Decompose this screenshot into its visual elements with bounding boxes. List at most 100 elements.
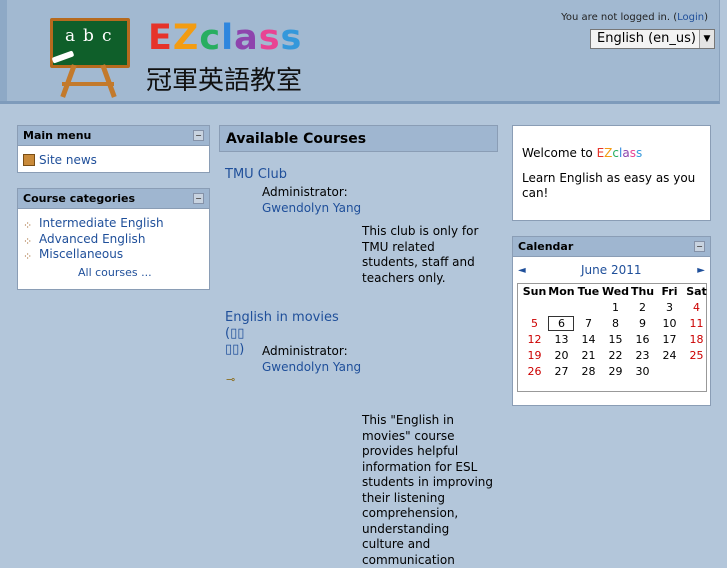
- menu-item-site-news[interactable]: Site news: [23, 153, 97, 167]
- block-title: Main menu: [23, 129, 92, 142]
- page-header: a b c EZclass 冠軍英語教室 You are not logged …: [0, 0, 720, 104]
- category-item[interactable]: ⁘ Advanced English: [23, 232, 145, 248]
- calendar-week: 5 6 7 8 9 10 11: [521, 315, 710, 331]
- calendar-day[interactable]: 12: [521, 331, 548, 347]
- calendar-day[interactable]: 19: [521, 347, 548, 363]
- calendar-day[interactable]: 26: [521, 363, 548, 379]
- calendar-block: Calendar − ◄ June 2011 ► Sun Mon Tue Wed Thu…: [512, 236, 711, 406]
- logo-letter: c: [199, 18, 222, 58]
- calendar-day[interactable]: 7: [575, 315, 602, 331]
- welcome-heading: Welcome to EZclass: [522, 146, 643, 160]
- calendar-day[interactable]: 2: [629, 299, 656, 315]
- block-title: Calendar: [518, 240, 574, 253]
- category-icon: ⁘: [23, 219, 33, 232]
- calendar-day[interactable]: 27: [548, 363, 575, 379]
- next-month-button[interactable]: ►: [697, 265, 705, 276]
- calendar-day[interactable]: 8: [602, 315, 629, 331]
- calendar-day[interactable]: 15: [602, 331, 629, 347]
- all-courses-link[interactable]: All courses ...: [78, 266, 152, 279]
- calendar-day[interactable]: 23: [629, 347, 656, 363]
- calendar-day[interactable]: 16: [629, 331, 656, 347]
- calendar-day[interactable]: 14: [575, 331, 602, 347]
- weekday-label: Mon: [548, 284, 575, 298]
- key-icon[interactable]: ⊸: [226, 373, 235, 386]
- welcome-text: Learn English as easy as you can!: [522, 171, 696, 200]
- logo-letter: Z: [172, 18, 200, 58]
- admin-link[interactable]: Gwendolyn Yang: [262, 360, 361, 374]
- category-item[interactable]: ⁘ Intermediate English: [23, 216, 164, 232]
- logo-letter: l: [221, 18, 235, 58]
- calendar-month[interactable]: June 2011: [581, 263, 642, 277]
- calendar-day[interactable]: 5: [521, 315, 548, 331]
- prev-month-button[interactable]: ◄: [518, 265, 526, 276]
- available-courses-header: Available Courses: [219, 125, 498, 152]
- login-link[interactable]: Login: [677, 12, 704, 23]
- calendar-day[interactable]: 3: [656, 299, 683, 315]
- login-info: You are not logged in. (Login): [561, 12, 708, 23]
- category-icon: ⁘: [23, 235, 33, 248]
- calendar-week: 1234: [521, 299, 710, 315]
- calendar-empty: [683, 363, 710, 379]
- admin-link[interactable]: Gwendolyn Yang: [262, 201, 361, 215]
- calendar-day[interactable]: 13: [548, 331, 575, 347]
- logo-letter: s: [280, 18, 303, 58]
- calendar-day[interactable]: 10: [656, 315, 683, 331]
- main-menu-block: Main menu − Site news: [17, 125, 210, 173]
- menu-item-label[interactable]: Site news: [39, 153, 97, 167]
- weekday-label: Tue: [577, 284, 600, 298]
- calendar-grid: Sun Mon Tue Wed Thu Fri Sat 1 2 3 4 5 6 7 8 9 10 11 12 13 1…: [521, 283, 710, 379]
- chevron-down-icon[interactable]: ▼: [699, 30, 714, 48]
- calendar-day[interactable]: 21: [575, 347, 602, 363]
- calendar-day[interactable]: 22: [602, 347, 629, 363]
- calendar-day[interactable]: 1: [602, 299, 629, 315]
- news-icon: [23, 154, 35, 166]
- calendar-day[interactable]: 18: [683, 331, 710, 347]
- calendar-day[interactable]: 24: [656, 347, 683, 363]
- weekday-label: Sat: [686, 284, 707, 298]
- calendar-week: 26 27 28 29 30: [521, 363, 710, 379]
- language-value: English (en_us): [597, 31, 696, 46]
- logo-letter: s: [258, 18, 281, 58]
- block-header: Calendar −: [513, 237, 710, 257]
- course-title[interactable]: TMU Club: [225, 167, 287, 182]
- brand-letter: s: [635, 146, 643, 160]
- welcome-block: Welcome to EZclass Learn English as easy…: [512, 125, 711, 221]
- calendar-weekday-row: Sun Mon Tue Wed Thu Fri Sat: [521, 283, 710, 299]
- calendar-empty: [548, 299, 575, 315]
- easel-leg: [100, 64, 117, 98]
- weekday-label: Thu: [630, 284, 655, 298]
- calendar-empty: [575, 299, 602, 315]
- category-item[interactable]: ⁘ Miscellaneous: [23, 247, 123, 263]
- calendar-day[interactable]: 30: [629, 363, 656, 379]
- collapse-icon[interactable]: −: [193, 193, 204, 204]
- block-title: Course categories: [23, 192, 136, 205]
- site-title: EZclass: [148, 18, 302, 58]
- collapse-icon[interactable]: −: [193, 130, 204, 141]
- calendar-day[interactable]: 17: [656, 331, 683, 347]
- site-subtitle: 冠軍英語教室: [146, 66, 303, 96]
- logo-letter: E: [148, 18, 173, 58]
- calendar-day[interactable]: 9: [629, 315, 656, 331]
- calendar-empty: [521, 299, 548, 315]
- calendar-day[interactable]: 11: [683, 315, 710, 331]
- easel-bar: [62, 82, 114, 86]
- block-header: Main menu −: [18, 126, 209, 146]
- language-select[interactable]: English (en_us) ▼: [590, 29, 715, 49]
- course-summary: This club is only for TMU related studen…: [362, 224, 479, 285]
- collapse-icon[interactable]: −: [694, 241, 705, 252]
- calendar-day[interactable]: 4: [683, 299, 710, 315]
- brand-letter: a: [622, 146, 630, 160]
- logo-letter: b: [83, 26, 94, 46]
- header-edge: [0, 0, 7, 101]
- calendar-day[interactable]: 25: [683, 347, 710, 363]
- calendar-day[interactable]: 28: [575, 363, 602, 379]
- weekday-label: Sun: [522, 284, 547, 298]
- calendar-day[interactable]: 20: [548, 347, 575, 363]
- calendar-day[interactable]: 6: [548, 315, 575, 331]
- category-icon: ⁘: [23, 250, 33, 263]
- calendar-empty: [656, 363, 683, 379]
- weekday-label: Wed: [601, 284, 630, 298]
- weekday-label: Fri: [661, 284, 678, 298]
- calendar-week: 12 13 14 15 16 17 18: [521, 331, 710, 347]
- calendar-day[interactable]: 29: [602, 363, 629, 379]
